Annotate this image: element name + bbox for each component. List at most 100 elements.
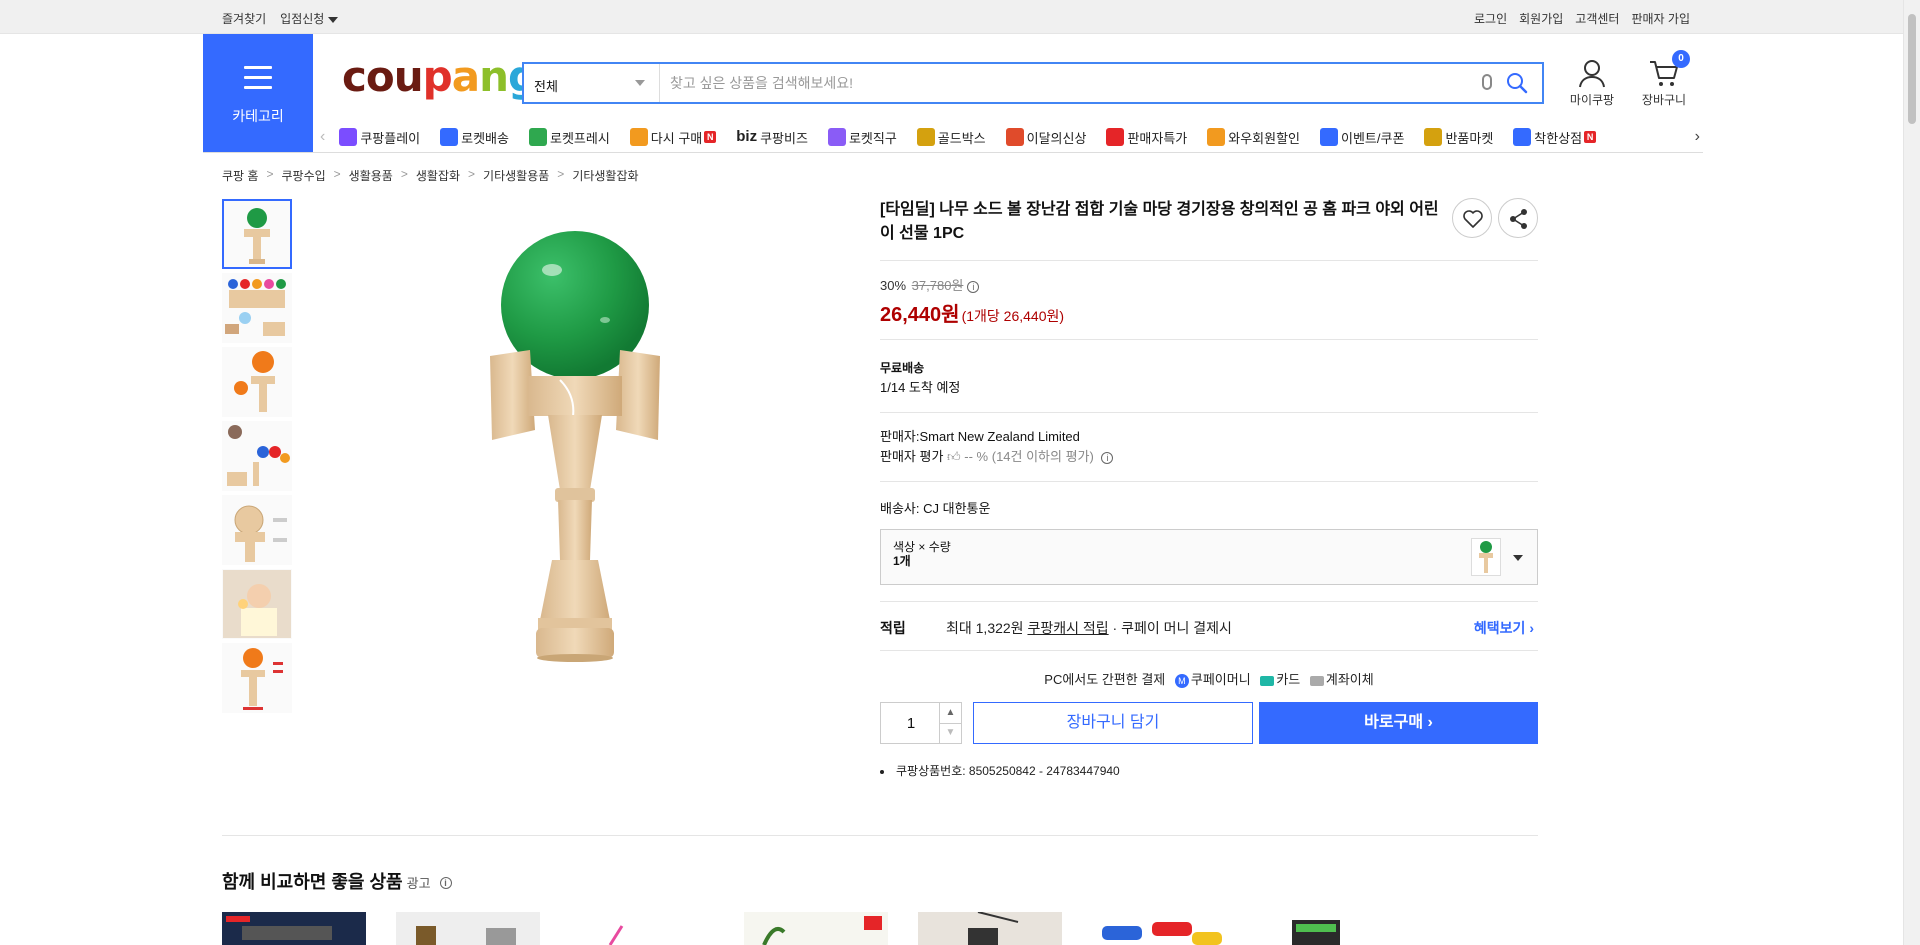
- wishlist-button[interactable]: [1452, 198, 1492, 238]
- coupon-icon: [1320, 128, 1339, 146]
- breadcrumb-separator-icon: >: [266, 167, 274, 181]
- search-category-select[interactable]: 전체: [524, 64, 660, 102]
- nav-item-11[interactable]: 이벤트/쿠폰: [1320, 128, 1404, 147]
- mycoupang-button[interactable]: 마이쿠팡: [1562, 58, 1622, 108]
- global-icon: [827, 128, 846, 146]
- chevron-right-icon: ›: [1529, 620, 1534, 636]
- page-scrollbar[interactable]: [1903, 0, 1920, 945]
- nav-item-6[interactable]: 로켓직구: [827, 128, 897, 147]
- user-icon: [1579, 60, 1605, 88]
- nav-item-label: 이벤트/쿠폰: [1341, 130, 1405, 146]
- nav-next-icon[interactable]: ›: [1695, 128, 1700, 146]
- info-icon[interactable]: i: [1101, 451, 1114, 464]
- nav-item-label: 골드박스: [937, 130, 986, 146]
- recommended-product-5[interactable]: [918, 912, 1062, 945]
- breadcrumb-item[interactable]: 기타생활잡화: [572, 167, 638, 184]
- new-arrival-icon: [1005, 128, 1024, 146]
- option-value: 1개: [893, 554, 911, 568]
- benefits-link-label: 혜택보기: [1473, 620, 1526, 636]
- recommended-product-1[interactable]: [222, 912, 366, 945]
- thumbnail-3[interactable]: [222, 347, 292, 417]
- option-select[interactable]: 색상 × 수량 1개: [880, 529, 1538, 585]
- recommended-product-4[interactable]: [744, 912, 888, 945]
- seller-name[interactable]: 판매자:Smart New Zealand Limited: [880, 427, 1538, 447]
- recommended-product-3[interactable]: [570, 912, 714, 945]
- info-icon[interactable]: i: [439, 877, 452, 890]
- search-input[interactable]: [670, 70, 1470, 96]
- recommended-product-6[interactable]: [1092, 912, 1236, 945]
- customer-center-link[interactable]: 고객센터: [1575, 10, 1619, 27]
- quantity-input[interactable]: 1: [881, 715, 941, 732]
- add-to-cart-button[interactable]: 장바구니 담기: [973, 702, 1253, 744]
- nav-item-label: 쿠팡비즈: [760, 130, 808, 146]
- breadcrumb-item[interactable]: 생활잡화: [416, 167, 460, 184]
- login-link[interactable]: 로그인: [1474, 10, 1507, 27]
- nav-item-8[interactable]: 이달의신상: [1005, 128, 1086, 147]
- breadcrumb-item[interactable]: 생활용품: [349, 167, 393, 184]
- top-utility-bar: 즐겨찾기 입점신청 로그인 회원가입 고객센터 판매자 가입: [0, 0, 1920, 34]
- recommendation-list: [222, 912, 1422, 945]
- seller-signup-link[interactable]: 판매자 가입: [1631, 10, 1690, 27]
- nav-item-3[interactable]: 로켓프레시: [528, 128, 610, 147]
- breadcrumb-item[interactable]: 기타생활용품: [483, 167, 549, 184]
- breadcrumb-item[interactable]: 쿠팡 홈: [222, 167, 258, 184]
- favorites-link[interactable]: 즐겨찾기: [222, 10, 266, 27]
- chevron-right-icon: ›: [1427, 714, 1433, 731]
- scrollbar-thumb[interactable]: [1908, 14, 1916, 124]
- info-icon[interactable]: i: [967, 280, 980, 293]
- thumbnail-2[interactable]: [222, 273, 292, 343]
- thumbnail-7[interactable]: [222, 643, 292, 713]
- title-divider: [880, 260, 1538, 261]
- coupang-logo[interactable]: coupang: [342, 56, 538, 98]
- share-button[interactable]: [1498, 198, 1538, 238]
- seller-rating-note: (14건 이하의 평가): [991, 449, 1094, 464]
- thumbnail-4[interactable]: [222, 421, 292, 491]
- category-menu-button[interactable]: 카테고리: [203, 34, 313, 152]
- search-icon[interactable]: [1506, 72, 1528, 94]
- nav-item-label: 쿠팡플레이: [360, 130, 421, 146]
- benefits-link[interactable]: 혜택보기 ›: [1474, 618, 1534, 638]
- cart-count-badge: 0: [1672, 50, 1690, 68]
- payment-method-coupay: 쿠페이머니: [1190, 672, 1251, 687]
- coupang-cash-link[interactable]: 쿠팡캐시 적립: [1027, 620, 1108, 636]
- search-bar: 전체: [522, 62, 1544, 104]
- nav-item-label: 로켓직구: [848, 130, 897, 146]
- original-price: 37,780원: [911, 278, 964, 293]
- main-product-image[interactable]: [440, 200, 850, 700]
- microphone-icon[interactable]: [1482, 74, 1492, 90]
- vendor-apply-link[interactable]: 입점신청: [280, 10, 339, 27]
- nav-item-7[interactable]: 골드박스: [916, 128, 986, 147]
- quantity-increase-icon[interactable]: ▲: [939, 703, 961, 724]
- nav-item-13[interactable]: 착한상점 N: [1513, 128, 1597, 147]
- thumbnail-6[interactable]: [222, 569, 292, 639]
- thumbnail-5[interactable]: [222, 495, 292, 565]
- recommended-product-2[interactable]: [396, 912, 540, 945]
- new-badge-icon: N: [1584, 131, 1597, 143]
- breadcrumb-item[interactable]: 쿠팡수입: [281, 167, 325, 184]
- vendor-apply-label: 입점신청: [280, 12, 325, 26]
- nav-item-9[interactable]: 판매자특가: [1106, 128, 1187, 147]
- nav-item-12[interactable]: 반품마켓: [1424, 128, 1493, 147]
- nav-item-2[interactable]: 로켓배송: [440, 128, 509, 147]
- cart-button[interactable]: 0 장바구니: [1634, 50, 1694, 108]
- signup-link[interactable]: 회원가입: [1519, 10, 1563, 27]
- category-label: 카테고리: [232, 108, 284, 124]
- option-thumbnail: [1471, 538, 1501, 576]
- product-info-panel: [타임딜] 나무 소드 볼 장난감 접합 기술 마당 경기장용 창의적인 공 홈…: [880, 198, 1538, 779]
- nav-item-10[interactable]: 와우회원할인: [1207, 128, 1300, 147]
- buy-now-button[interactable]: 바로구매 ›: [1259, 702, 1538, 744]
- nav-item-1[interactable]: 쿠팡플레이: [339, 128, 420, 147]
- payment-info: PC에서도 간편한 결제 M 쿠페이머니 카드 계좌이체: [880, 669, 1538, 688]
- recommended-product-7[interactable]: [1266, 912, 1410, 945]
- nav-item-5[interactable]: biz 쿠팡비즈: [736, 128, 808, 147]
- product-number: 쿠팡상품번호: 8505250842 - 24783447940: [896, 764, 1120, 778]
- price-box: 30% 37,780원 i 26,440원 (1개당 26,440원): [880, 275, 1538, 327]
- thumbnail-1[interactable]: [222, 199, 292, 269]
- nav-prev-icon[interactable]: ‹: [320, 128, 325, 146]
- quantity-decrease-icon[interactable]: ▼: [939, 723, 961, 744]
- card-icon: [1260, 675, 1275, 686]
- seller-deal-icon: [1106, 128, 1125, 146]
- seller-rating-label: 판매자 평가: [880, 449, 944, 464]
- nav-item-4[interactable]: 다시 구매 N: [629, 128, 717, 147]
- breadcrumb-separator-icon: >: [557, 167, 565, 181]
